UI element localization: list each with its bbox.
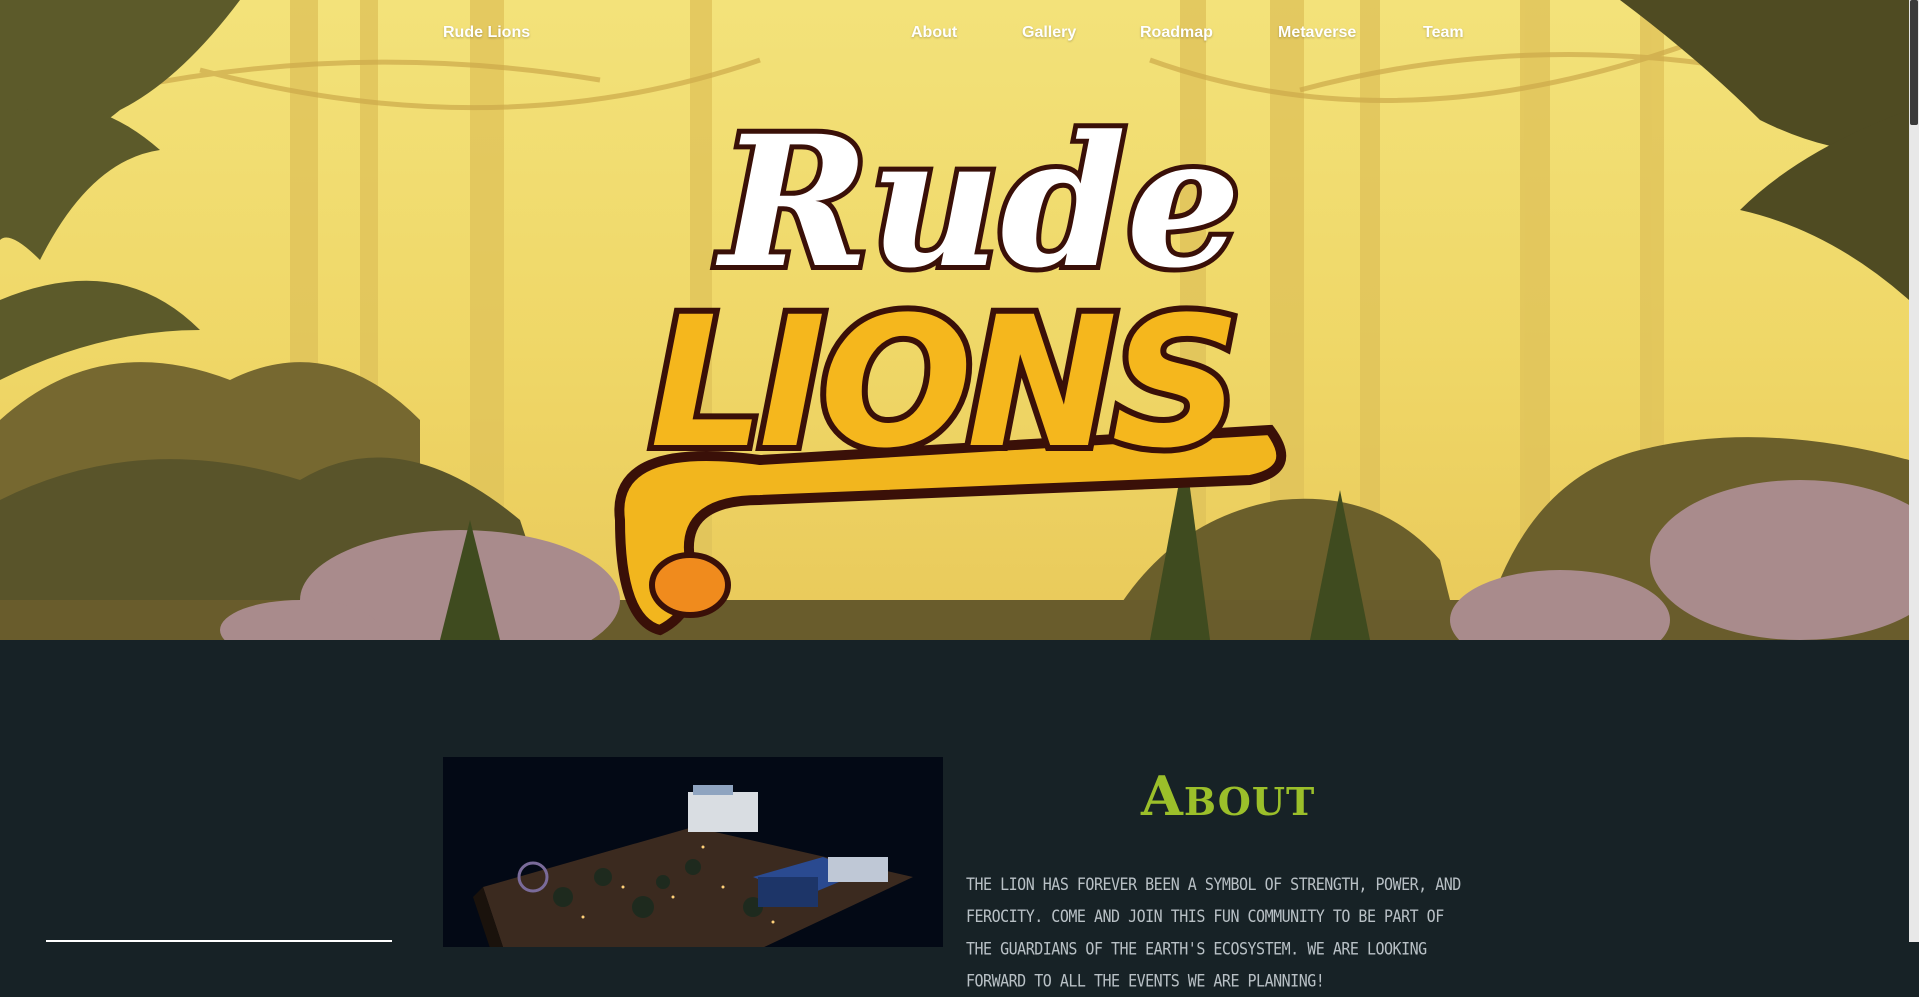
scrollbar-track[interactable]	[1909, 0, 1919, 942]
nav-link-team[interactable]: Team	[1423, 24, 1464, 42]
top-navigation: Rude Lions About Gallery Roadmap Metaver…	[0, 24, 1909, 48]
about-description: The lion has forever been a symbol of st…	[966, 873, 1461, 992]
nav-link-about[interactable]: About	[911, 24, 957, 42]
scrollbar-thumb[interactable]	[1910, 0, 1918, 125]
nav-link-roadmap[interactable]: Roadmap	[1140, 24, 1213, 42]
nav-link-metaverse[interactable]: Metaverse	[1278, 24, 1356, 42]
metaverse-island-image	[443, 757, 943, 947]
brand-link[interactable]: Rude Lions	[443, 24, 530, 42]
nav-link-gallery[interactable]: Gallery	[1022, 24, 1076, 42]
about-heading: About	[1141, 764, 1316, 828]
logo-text-rude: Rude	[715, 97, 1241, 308]
jungle-background: Rude LIONS	[0, 0, 1909, 640]
hero-banner: Rude LIONS Rude Lions About Gallery Road…	[0, 0, 1909, 640]
logo-text-lions: LIONS	[650, 279, 1235, 488]
